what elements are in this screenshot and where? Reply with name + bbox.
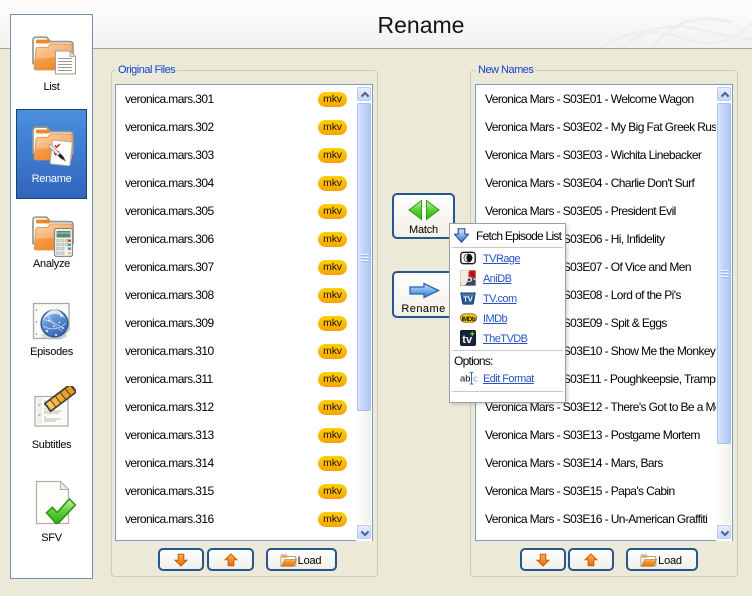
svg-text:c: c	[473, 374, 478, 385]
svg-text:ab: ab	[460, 374, 471, 385]
svg-text:TV: TV	[463, 294, 473, 303]
svg-text:tv: tv	[462, 334, 473, 346]
svg-text:IMDb: IMDb	[462, 316, 476, 323]
